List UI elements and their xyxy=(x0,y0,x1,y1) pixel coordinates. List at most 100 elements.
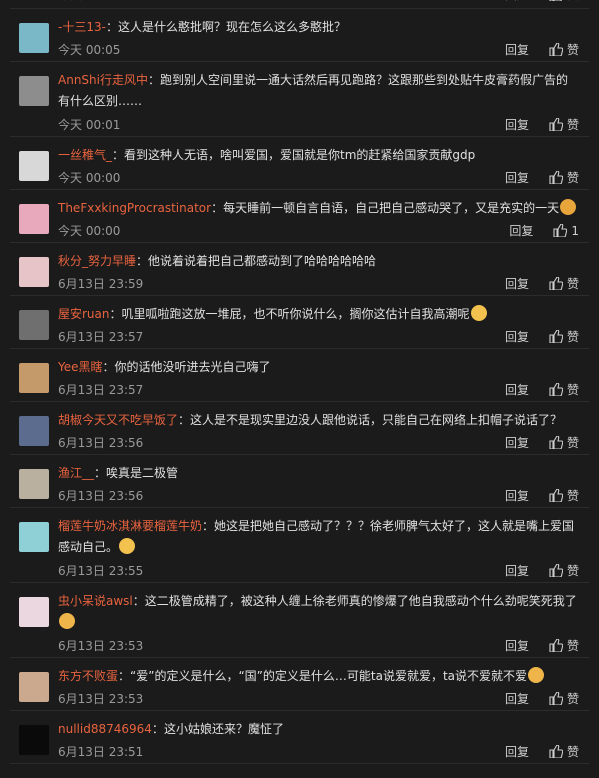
comment-text: 每天睡前一顿自言自语，自己把自己感动哭了，又是充实的一天 xyxy=(223,201,560,215)
comment-text: 看到这种人无语，啥叫爱国，爱国就是你tm的赶紧给国家贡献gdp xyxy=(124,148,476,162)
comment-text: 他说着说着把自己都感动到了哈哈哈哈哈哈 xyxy=(148,254,377,268)
username-link[interactable]: nullid88746964 xyxy=(58,722,152,736)
comment-text: 叽里呱啦跑这放一堆屁，也不听你说什么，搁你这估计自我高潮呢 xyxy=(121,307,470,321)
colon-separator: ： xyxy=(202,519,215,533)
like-button[interactable]: 赞 xyxy=(549,169,579,186)
like-label: 赞 xyxy=(566,639,579,653)
comment-row: 胡椒今天又不吃早饭了：这人是不是现实里边没人跟他说话，只能自己在网络上扣帽子说话… xyxy=(0,402,599,455)
like-button[interactable]: 赞 xyxy=(549,116,579,133)
like-button[interactable]: 赞 xyxy=(549,637,579,654)
avatar[interactable] xyxy=(19,363,49,393)
username-link[interactable]: 渔江__ xyxy=(58,466,94,480)
comment-row: Yee黑瞎：你的话他没听进去光自己嗨了 6月13日 23:57 回复 赞 xyxy=(0,349,599,402)
like-button[interactable]: 赞 xyxy=(549,562,579,579)
like-button[interactable]: 赞 xyxy=(549,487,579,504)
avatar[interactable] xyxy=(19,725,49,755)
like-button[interactable]: 赞 xyxy=(549,41,579,58)
reply-button[interactable]: 回复 xyxy=(509,222,533,239)
comment-row: 秋分_努力早睡：他说着说着把自己都感动到了哈哈哈哈哈哈 6月13日 23:59 回复… xyxy=(0,243,599,296)
reply-button[interactable]: 回复 xyxy=(505,637,529,654)
colon-separator: ： xyxy=(211,201,224,215)
thumbs-up-icon xyxy=(549,43,563,56)
comment-row: AnnShi行走风中：跑到别人空间里说一通大话然后再见跑路？这跟那些到处贴牛皮膏… xyxy=(0,62,599,137)
username-link[interactable]: 屋安ruan xyxy=(58,307,110,321)
like-label: 赞 xyxy=(566,171,579,185)
thumbs-up-icon xyxy=(549,639,563,652)
comment-body: 虫小呆说awsl：这二极管成精了，被这种人缠上徐老师真的惨爆了他自我感动个什么劲… xyxy=(58,591,578,633)
username-link[interactable]: 东方不败蛋 xyxy=(58,669,118,683)
like-label: 赞 xyxy=(567,0,579,3)
comment-actions: 回复 赞 xyxy=(505,434,579,451)
username-link[interactable]: 一丝稚气_ xyxy=(58,148,112,162)
username-link[interactable]: -十三13- xyxy=(58,20,106,34)
like-label: 赞 xyxy=(566,43,579,57)
reply-button[interactable]: 回复 xyxy=(505,116,529,133)
avatar[interactable] xyxy=(19,416,49,446)
username-link[interactable]: AnnShi行走风中 xyxy=(58,73,148,87)
reply-button[interactable]: 回复 xyxy=(505,487,529,504)
username-link[interactable]: Yee黑瞎 xyxy=(58,360,103,374)
comment-time: 今天 00:00 xyxy=(58,224,121,238)
comment-text: 唉真是二极管 xyxy=(106,466,179,480)
comment-row: 榴莲牛奶冰淇淋要榴莲牛奶：她这是把她自己感动了？？？徐老师脾气太好了，这人就是嘴… xyxy=(0,508,599,583)
comment-body: TheFxxkingProcrastinator：每天睡前一顿自言自语，自己把自… xyxy=(58,198,578,219)
avatar[interactable] xyxy=(19,257,49,287)
colon-separator: ： xyxy=(147,73,160,87)
reply-button[interactable]: 回复 xyxy=(505,169,529,186)
username-link[interactable]: 秋分_努力早睡 xyxy=(58,254,136,268)
like-button[interactable]: 赞 xyxy=(549,0,579,3)
comment-body: 一丝稚气_：看到这种人无语，啥叫爱国，爱国就是你tm的赶紧给国家贡献gdp xyxy=(58,145,578,166)
reply-button[interactable]: 回复 xyxy=(505,434,529,451)
emoji-icon xyxy=(528,667,545,683)
reply-button[interactable]: 回复 xyxy=(505,41,529,58)
comment-actions: 回复 赞 xyxy=(505,743,579,760)
colon-separator: ： xyxy=(118,669,131,683)
avatar[interactable] xyxy=(19,204,49,234)
avatar[interactable] xyxy=(19,597,49,627)
comment-text: 这二极管成精了，被这种人缠上徐老师真的惨爆了他自我感动个什么劲呢笑死我了 xyxy=(144,594,577,608)
emoji-icon xyxy=(470,305,487,321)
comment-body: AnnShi行走风中：跑到别人空间里说一通大话然后再见跑路？这跟那些到处贴牛皮膏… xyxy=(58,70,578,112)
username-link[interactable]: 胡椒今天又不吃早饭了 xyxy=(58,413,178,427)
thumbs-up-icon xyxy=(549,436,563,449)
avatar[interactable] xyxy=(19,23,49,53)
like-button[interactable]: 赞 xyxy=(549,275,579,292)
avatar[interactable] xyxy=(19,310,49,340)
thumbs-up-icon xyxy=(549,0,562,1)
like-label: 赞 xyxy=(566,564,579,578)
avatar[interactable] xyxy=(19,469,49,499)
username-link[interactable]: 虫小呆说awsl xyxy=(58,594,133,608)
comment-actions: 回复 赞 xyxy=(505,381,579,398)
like-button[interactable]: 1 xyxy=(553,224,579,238)
like-button[interactable]: 赞 xyxy=(549,743,579,760)
username-link[interactable]: TheFxxkingProcrastinator xyxy=(58,201,211,215)
colon-separator: ： xyxy=(151,722,164,736)
reply-button[interactable]: 回复 xyxy=(505,562,529,579)
comment-row: 虫小呆说awsl：这二极管成精了，被这种人缠上徐老师真的惨爆了他自我感动个什么劲… xyxy=(0,583,599,658)
avatar[interactable] xyxy=(19,522,49,552)
like-button[interactable]: 赞 xyxy=(549,381,579,398)
reply-button[interactable]: 回复 xyxy=(505,275,529,292)
like-label: 赞 xyxy=(566,383,579,397)
avatar[interactable] xyxy=(19,151,49,181)
like-button[interactable]: 赞 xyxy=(549,328,579,345)
comment-body: Yee黑瞎：你的话他没听进去光自己嗨了 xyxy=(58,357,578,378)
like-label: 赞 xyxy=(566,692,579,706)
reply-button[interactable]: 回复 xyxy=(505,328,529,345)
thumbs-up-icon xyxy=(553,224,568,237)
reply-button[interactable]: 回复 xyxy=(505,690,529,707)
reply-button[interactable]: 回复 xyxy=(505,743,529,760)
username-link[interactable]: 榴莲牛奶冰淇淋要榴莲牛奶 xyxy=(58,519,202,533)
comment-time: 6月13日 23:53 xyxy=(58,639,144,653)
thumbs-up-icon xyxy=(549,118,563,131)
comment-text: 这人是不是现实里边没人跟他说话，只能自己在网络上扣帽子说话了？ xyxy=(190,413,563,427)
comment-time: 6月13日 23:59 xyxy=(58,277,144,291)
like-button[interactable]: 赞 xyxy=(549,434,579,451)
like-button[interactable]: 赞 xyxy=(549,690,579,707)
reply-button[interactable]: 回复 xyxy=(505,381,529,398)
like-label: 赞 xyxy=(566,330,579,344)
reply-button[interactable]: 回复 xyxy=(505,0,529,3)
comment-body: 榴莲牛奶冰淇淋要榴莲牛奶：她这是把她自己感动了？？？徐老师脾气太好了，这人就是嘴… xyxy=(58,516,578,558)
avatar[interactable] xyxy=(19,76,49,106)
avatar[interactable] xyxy=(19,672,49,702)
